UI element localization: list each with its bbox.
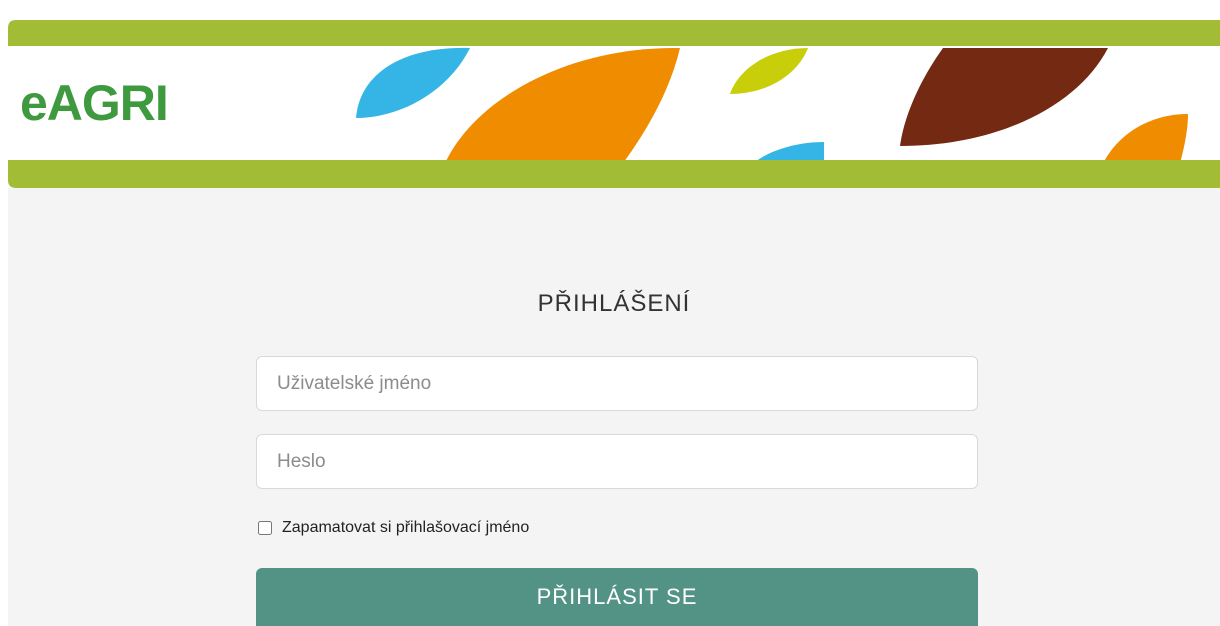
login-title: PŘIHLÁŠENÍ: [537, 290, 691, 317]
remember-label: Zapamatovat si přihlašovací jméno: [282, 519, 530, 536]
username-input[interactable]: [256, 356, 978, 411]
banner-graphic: [8, 10, 1220, 188]
login-button[interactable]: PŘIHLÁSIT SE: [256, 568, 978, 626]
password-input[interactable]: [256, 434, 978, 489]
green-band-bottom: [8, 160, 1220, 188]
remember-username[interactable]: Zapamatovat si přihlašovací jméno: [256, 519, 529, 537]
login-page: eAGRI PŘIHLÁŠENÍ Zapamatovat si přihlašo…: [8, 10, 1220, 626]
green-band-top: [8, 20, 1220, 46]
remember-checkbox[interactable]: [258, 521, 272, 535]
header-banner: eAGRI: [8, 10, 1220, 188]
eagri-logo: eAGRI: [20, 75, 169, 131]
